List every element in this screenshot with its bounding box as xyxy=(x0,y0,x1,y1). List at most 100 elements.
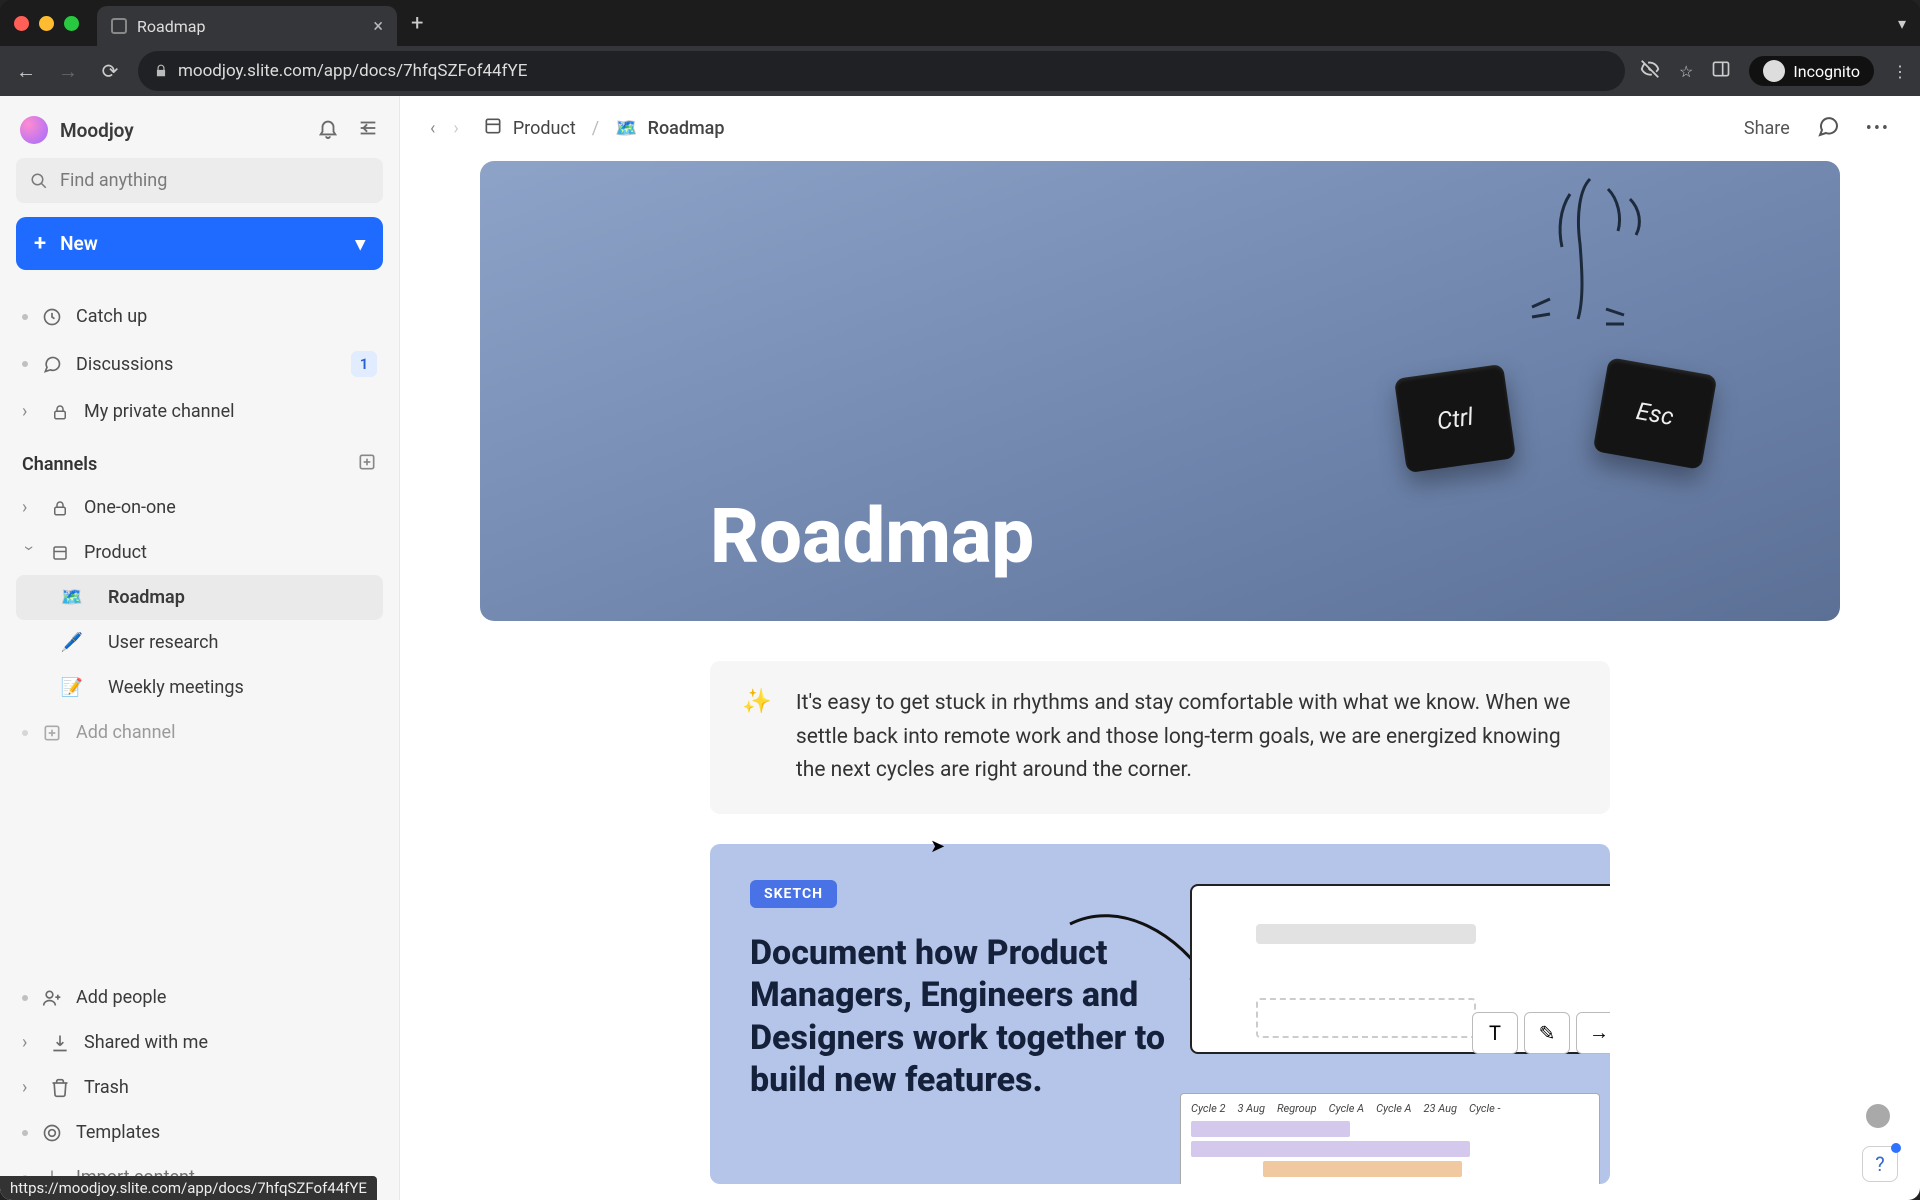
channel-icon xyxy=(483,116,503,141)
reload-button[interactable]: ⟳ xyxy=(96,59,124,83)
breadcrumb-parent[interactable]: Product xyxy=(513,118,576,139)
doc-title[interactable]: Roadmap xyxy=(710,491,1034,581)
presence-avatar[interactable] xyxy=(1866,1104,1890,1128)
discussions-badge: 1 xyxy=(351,351,377,377)
sidebar-doc-roadmap[interactable]: 🗺️ Roadmap xyxy=(16,575,383,620)
channel-icon xyxy=(50,544,70,562)
sidebar-item-label: Catch up xyxy=(76,306,147,327)
history-back-button[interactable]: ‹ xyxy=(430,118,435,139)
sidebar-add-channel[interactable]: Add channel xyxy=(16,710,383,755)
back-button[interactable]: ← xyxy=(12,59,40,84)
sidebar-item-shared[interactable]: › Shared with me xyxy=(16,1020,383,1065)
add-channel-icon xyxy=(42,723,62,743)
plus-icon: + xyxy=(34,231,46,256)
lock-icon xyxy=(154,64,168,78)
sidebar-item-label: Add channel xyxy=(76,722,175,743)
hand-illustration xyxy=(1480,169,1680,373)
mockup-illustration: T ✎ → xyxy=(1190,884,1610,1054)
clock-icon xyxy=(42,307,62,327)
templates-icon xyxy=(42,1123,62,1143)
notifications-button[interactable] xyxy=(317,117,339,144)
doc-emoji-icon: 🖊️ xyxy=(60,632,84,653)
breadcrumb-emoji-icon: 🗺️ xyxy=(615,118,637,139)
sidebar-item-private-channel[interactable]: › My private channel xyxy=(16,389,383,434)
collapse-sidebar-button[interactable] xyxy=(357,117,379,144)
side-panel-icon[interactable] xyxy=(1711,59,1731,83)
sidebar-channel-product[interactable]: › Product xyxy=(16,530,383,575)
lock-icon xyxy=(50,499,70,517)
sidebar-item-trash[interactable]: › Trash xyxy=(16,1065,383,1110)
incognito-icon xyxy=(1763,60,1785,82)
status-dot xyxy=(22,314,28,320)
status-dot xyxy=(22,1130,28,1136)
doc-emoji-icon: 📝 xyxy=(60,677,84,698)
address-bar[interactable]: moodjoy.slite.com/app/docs/7hfqSZFof44fY… xyxy=(138,51,1625,91)
esc-key-illustration: Esc xyxy=(1593,357,1718,470)
more-options-button[interactable]: ••• xyxy=(1866,118,1890,139)
gantt-illustration: Cycle 23 AugRegroupCycle ACycle A23 AugC… xyxy=(1180,1093,1600,1184)
text-tool-icon: T xyxy=(1472,1012,1518,1054)
channels-heading: Channels xyxy=(16,434,383,485)
new-button[interactable]: + New ▾ xyxy=(16,217,383,270)
status-dot xyxy=(22,361,28,367)
sidebar-doc-weekly-meetings[interactable]: 📝 Weekly meetings xyxy=(16,665,383,710)
channels-heading-label: Channels xyxy=(22,454,97,475)
sidebar-item-label: Add people xyxy=(76,987,166,1008)
share-button[interactable]: Share xyxy=(1744,118,1790,139)
breadcrumb-separator: / xyxy=(586,118,605,139)
sidebar: Moodjoy Find anything + New ▾ xyxy=(0,96,400,1200)
workspace-switcher[interactable]: Moodjoy xyxy=(16,110,383,158)
new-tab-button[interactable]: + xyxy=(411,11,423,36)
sidebar-item-label: Discussions xyxy=(76,354,173,375)
arrow-tool-icon: → xyxy=(1576,1012,1610,1054)
add-channel-icon-button[interactable] xyxy=(357,452,377,477)
add-people-icon xyxy=(42,988,62,1008)
close-window-button[interactable] xyxy=(14,16,29,31)
search-icon xyxy=(30,172,48,190)
incognito-label: Incognito xyxy=(1793,62,1860,81)
chevron-right-icon: › xyxy=(22,401,36,422)
sidebar-item-label: Templates xyxy=(76,1122,160,1143)
chevron-down-icon: › xyxy=(19,546,40,560)
eye-off-icon[interactable] xyxy=(1639,58,1661,84)
sidebar-item-add-people[interactable]: Add people xyxy=(16,975,383,1020)
bookmark-star-icon[interactable]: ☆ xyxy=(1679,62,1693,81)
search-input[interactable]: Find anything xyxy=(16,158,383,203)
download-icon xyxy=(50,1033,70,1053)
callout-text: It's easy to get stuck in rhythms and st… xyxy=(796,687,1578,788)
sidebar-item-label: Shared with me xyxy=(84,1032,208,1053)
doc-callout[interactable]: ✨ It's easy to get stuck in rhythms and … xyxy=(710,661,1610,814)
sidebar-channel-one-on-one[interactable]: › One-on-one xyxy=(16,485,383,530)
search-placeholder: Find anything xyxy=(60,170,167,191)
status-dot xyxy=(22,995,28,1001)
sketch-pill: SKETCH xyxy=(750,880,837,908)
sidebar-item-label: One-on-one xyxy=(84,497,176,518)
sidebar-item-discussions[interactable]: Discussions 1 xyxy=(16,339,383,389)
status-bar-link: https://moodjoy.slite.com/app/docs/7hfqS… xyxy=(0,1176,377,1200)
chat-icon xyxy=(42,354,62,374)
incognito-badge[interactable]: Incognito xyxy=(1749,56,1874,86)
mouse-cursor: ➤ xyxy=(930,836,945,857)
comments-button[interactable] xyxy=(1816,114,1840,143)
tab-title: Roadmap xyxy=(137,17,205,36)
maximize-window-button[interactable] xyxy=(64,16,79,31)
history-forward-button[interactable]: › xyxy=(453,118,458,139)
tabs-dropdown-button[interactable]: ▾ xyxy=(1898,14,1906,33)
sidebar-item-catch-up[interactable]: Catch up xyxy=(16,294,383,339)
forward-button[interactable]: → xyxy=(54,59,82,84)
help-button[interactable]: ? xyxy=(1862,1146,1898,1182)
sketch-card[interactable]: SKETCH Document how Product Managers, En… xyxy=(710,844,1610,1184)
sidebar-doc-user-research[interactable]: 🖊️ User research xyxy=(16,620,383,665)
sidebar-item-templates[interactable]: Templates xyxy=(16,1110,383,1155)
minimize-window-button[interactable] xyxy=(39,16,54,31)
workspace-name: Moodjoy xyxy=(60,119,134,142)
tab-favicon xyxy=(111,18,127,34)
breadcrumb: Product / 🗺️ Roadmap xyxy=(483,116,725,141)
close-tab-button[interactable]: × xyxy=(373,16,383,37)
doc-emoji-icon: 🗺️ xyxy=(60,587,84,608)
browser-menu-button[interactable]: ⋮ xyxy=(1892,62,1908,81)
chevron-right-icon: › xyxy=(22,1032,36,1053)
breadcrumb-current[interactable]: Roadmap xyxy=(648,118,725,139)
browser-tab[interactable]: Roadmap × xyxy=(97,6,397,47)
doc-hero: Ctrl Esc Roadmap xyxy=(480,161,1840,621)
